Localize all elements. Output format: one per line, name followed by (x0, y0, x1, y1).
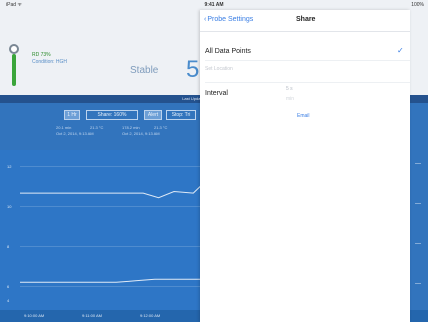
x-tick-label: 9:11:00 AM (82, 313, 102, 318)
share-panel: ‹ Probe Settings Share All Data Points ✓… (200, 10, 410, 322)
alert-button[interactable]: Alert (144, 110, 162, 120)
stop-button[interactable]: Stop: Tri (166, 110, 196, 120)
set-location-label: Set Location (205, 66, 233, 72)
checkmark-icon: ✓ (397, 46, 404, 55)
right-scale-strip (410, 103, 428, 310)
back-button-label: Probe Settings (207, 16, 254, 23)
x-tick-label: 9:12:00 AM (140, 313, 161, 318)
probe-subtitle: Condition: HGH (32, 59, 68, 65)
x-tick-label: 9:10:00 AM (24, 313, 45, 318)
reading-value: 5 (186, 56, 200, 83)
email-button[interactable]: Email (297, 113, 310, 119)
range-1hr-button[interactable]: 1 Hr (64, 110, 80, 120)
row-divider (205, 60, 410, 61)
share-percent-button[interactable]: Share: 160% (86, 110, 138, 120)
interval-picker-unit[interactable]: min (286, 96, 294, 102)
clock: 9:41 AM (204, 2, 224, 8)
status-bar: iPad ᯤ 9:41 AM 100% (0, 0, 428, 10)
probe-icon (9, 44, 19, 86)
stat-1-date: Oct 2, 2014, 9:13 AM (56, 131, 94, 136)
share-title: Share (296, 16, 316, 23)
scale-tick (415, 203, 421, 204)
scale-tick (415, 243, 421, 244)
row-divider (205, 82, 410, 83)
interval-picker-value[interactable]: 5 s (286, 86, 293, 92)
back-button[interactable]: ‹ Probe Settings (204, 16, 253, 23)
probe-name: RD 73% (32, 52, 51, 58)
stat-2-value: 21.3 °C (90, 125, 104, 130)
chevron-left-icon: ‹ (204, 16, 207, 23)
stat-3-value: 178.2 min (122, 125, 140, 130)
stat-4-value: 21.3 °C (154, 125, 168, 130)
stable-label: Stable (130, 65, 159, 76)
scale-tick (415, 283, 421, 284)
probe-ring (9, 44, 19, 54)
stat-1-value: 20.1 min (56, 125, 72, 130)
all-data-points-row[interactable]: All Data Points (205, 48, 251, 55)
share-nav-bar: ‹ Probe Settings Share (200, 10, 410, 32)
battery-label: 100% (411, 2, 424, 8)
scale-tick (415, 163, 421, 164)
interval-row[interactable]: Interval (205, 90, 228, 97)
probe-stem (12, 54, 16, 86)
stat-3-date: Oct 2, 2014, 9:13 AM (122, 131, 160, 136)
